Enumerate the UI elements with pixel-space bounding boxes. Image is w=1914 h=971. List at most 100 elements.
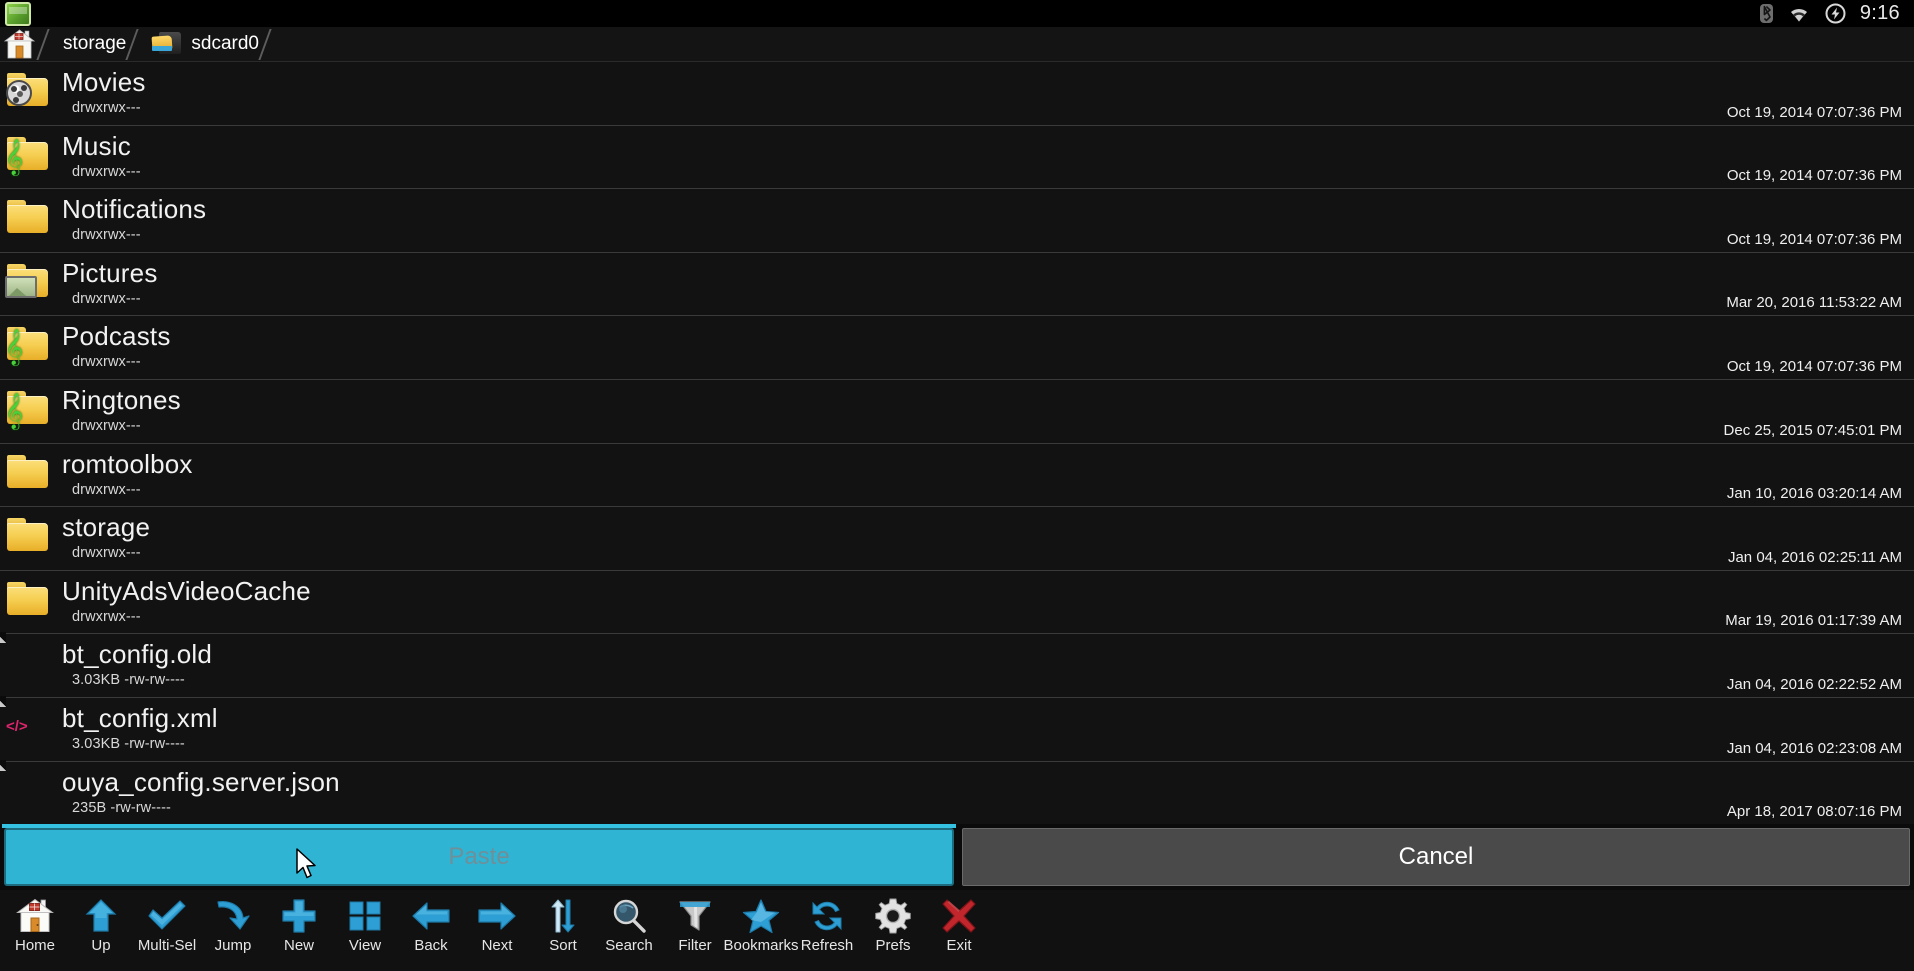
status-bar: 9:16 bbox=[0, 0, 1914, 27]
toolbar-label: New bbox=[283, 937, 314, 954]
file-name: Pictures bbox=[62, 257, 158, 288]
toolbar-button-up[interactable]: Up bbox=[70, 890, 132, 968]
cancel-button[interactable]: Cancel bbox=[962, 828, 1910, 886]
action-bar: Paste Cancel bbox=[0, 824, 1914, 890]
toolbar-button-refresh[interactable]: Refresh bbox=[796, 890, 858, 968]
toolbar-label: Refresh bbox=[800, 937, 854, 954]
breadcrumb-item-storage[interactable]: storage bbox=[53, 27, 142, 62]
toolbar-button-back[interactable]: Back bbox=[400, 890, 462, 968]
list-item[interactable]: UnityAdsVideoCache drwxrwx--- Mar 19, 20… bbox=[0, 570, 1914, 635]
home-icon bbox=[3, 29, 36, 59]
toolbar-button-filter[interactable]: Filter bbox=[664, 890, 726, 968]
plus-icon bbox=[278, 896, 320, 936]
folder-music-icon: 𝄞 bbox=[5, 389, 50, 429]
toolbar-button-exit[interactable]: Exit bbox=[928, 890, 990, 968]
list-item[interactable]: </> bt_config.xml 3.03KB -rw-rw---- Jan … bbox=[0, 697, 1914, 762]
grid-icon bbox=[344, 896, 386, 936]
star-icon bbox=[740, 896, 782, 936]
file-icon bbox=[6, 771, 50, 811]
toolbar-button-sort[interactable]: Sort bbox=[532, 890, 594, 968]
paste-label: Paste bbox=[448, 843, 510, 870]
file-name: Notifications bbox=[62, 194, 207, 225]
file-date: Jan 04, 2016 02:25:11 AM bbox=[1727, 548, 1902, 566]
toolbar-label: Exit bbox=[946, 937, 972, 954]
charging-icon bbox=[1825, 3, 1846, 24]
toolbar-button-view[interactable]: View bbox=[334, 890, 396, 968]
file-meta: drwxrwx--- bbox=[72, 100, 141, 116]
paste-button[interactable]: Paste bbox=[4, 828, 954, 886]
breadcrumb-label: storage bbox=[63, 33, 127, 54]
folder-music-icon: 𝄞 bbox=[5, 325, 50, 365]
list-item[interactable]: 𝄞 Music drwxrwx--- Oct 19, 2014 07:07:36… bbox=[0, 125, 1914, 190]
file-meta: drwxrwx--- bbox=[72, 290, 141, 307]
toolbar-label: Search bbox=[605, 937, 653, 954]
toolbar-button-next[interactable]: Next bbox=[466, 890, 528, 968]
filter-icon bbox=[674, 896, 716, 936]
file-name: bt_config.old bbox=[62, 639, 213, 670]
toolbar-label: Next bbox=[481, 937, 513, 954]
folder-music-icon: 𝄞 bbox=[5, 135, 50, 175]
bottom-toolbar: Home Up Multi-Sel Jump New View Back Nex… bbox=[0, 890, 1914, 971]
toolbar-button-multi-sel[interactable]: Multi-Sel bbox=[136, 890, 198, 968]
home-icon bbox=[14, 896, 56, 936]
toolbar-button-bookmarks[interactable]: Bookmarks bbox=[723, 890, 799, 968]
file-meta: drwxrwx--- bbox=[72, 163, 141, 180]
toolbar-label: View bbox=[348, 937, 382, 954]
curved-arrow-icon bbox=[212, 896, 254, 936]
arrow-up-icon bbox=[80, 896, 122, 936]
file-name: romtoolbox bbox=[62, 448, 193, 479]
list-item[interactable]: Movies drwxrwx--- Oct 19, 2014 07:07:36 … bbox=[0, 62, 1914, 126]
file-xml-icon: </> bbox=[6, 717, 28, 735]
file-date: Oct 19, 2014 07:07:36 PM bbox=[1726, 357, 1902, 375]
file-date: Oct 19, 2014 07:07:36 PM bbox=[1726, 167, 1902, 185]
file-name: storage bbox=[62, 512, 151, 543]
toolbar-button-prefs[interactable]: Prefs bbox=[862, 890, 924, 968]
breadcrumb: storage sdcard0 bbox=[0, 27, 1914, 62]
list-item[interactable]: romtoolbox drwxrwx--- Jan 10, 2016 03:20… bbox=[0, 443, 1914, 508]
toolbar-label: Jump bbox=[214, 937, 252, 954]
toolbar-label: Home bbox=[14, 937, 55, 954]
file-manager-logo bbox=[5, 1, 31, 26]
folder-icon bbox=[6, 516, 50, 556]
folder-movies-icon bbox=[6, 71, 50, 111]
list-item[interactable]: 𝄞 Ringtones drwxrwx--- Dec 25, 2015 07:4… bbox=[0, 379, 1914, 444]
file-date: Mar 19, 2016 01:17:39 AM bbox=[1725, 612, 1902, 630]
toolbar-label: Prefs bbox=[875, 937, 911, 954]
sdcard-icon bbox=[151, 32, 182, 56]
breadcrumb-label: sdcard0 bbox=[191, 33, 259, 54]
breadcrumb-item-sdcard0[interactable]: sdcard0 bbox=[142, 27, 275, 62]
folder-pictures-icon bbox=[5, 262, 50, 302]
search-icon bbox=[608, 896, 650, 936]
toolbar-button-new[interactable]: New bbox=[268, 890, 330, 968]
file-name: UnityAdsVideoCache bbox=[62, 575, 311, 606]
file-name: Ringtones bbox=[62, 384, 181, 415]
arrow-left-icon bbox=[410, 896, 452, 936]
file-meta: 3.03KB -rw-rw---- bbox=[72, 735, 185, 752]
gear-icon bbox=[872, 896, 914, 936]
toolbar-label: Filter bbox=[678, 937, 712, 954]
toolbar-label: Bookmarks bbox=[723, 937, 799, 954]
toolbar-button-home[interactable]: Home bbox=[4, 890, 66, 968]
toolbar-button-jump[interactable]: Jump bbox=[202, 890, 264, 968]
file-date: Jan 04, 2016 02:23:08 AM bbox=[1726, 739, 1902, 757]
list-item[interactable]: bt_config.old 3.03KB -rw-rw---- Jan 04, … bbox=[0, 634, 1914, 698]
list-item[interactable]: Pictures drwxrwx--- Mar 20, 2016 11:53:2… bbox=[0, 252, 1914, 317]
close-x-icon bbox=[938, 896, 980, 936]
file-icon bbox=[6, 643, 50, 683]
folder-icon bbox=[6, 198, 50, 238]
toolbar-button-search[interactable]: Search bbox=[598, 890, 660, 968]
bluetooth-icon bbox=[1759, 4, 1773, 23]
toolbar-label: Sort bbox=[549, 937, 577, 954]
file-date: Jan 10, 2016 03:20:14 AM bbox=[1726, 485, 1902, 503]
list-item[interactable]: Notifications drwxrwx--- Oct 19, 2014 07… bbox=[0, 189, 1914, 253]
list-item[interactable]: storage drwxrwx--- Jan 04, 2016 02:25:11… bbox=[0, 507, 1914, 571]
checkmark-icon bbox=[146, 896, 188, 936]
list-item[interactable]: ouya_config.server.json 235B -rw-rw---- … bbox=[0, 761, 1914, 824]
breadcrumb-home[interactable] bbox=[0, 27, 53, 62]
folder-icon bbox=[6, 453, 50, 493]
file-date: Oct 19, 2014 07:07:36 PM bbox=[1726, 103, 1902, 121]
file-list[interactable]: Movies drwxrwx--- Oct 19, 2014 07:07:36 … bbox=[0, 62, 1914, 824]
file-meta: 235B -rw-rw---- bbox=[72, 799, 171, 816]
list-item[interactable]: 𝄞 Podcasts drwxrwx--- Oct 19, 2014 07:07… bbox=[0, 316, 1914, 380]
file-meta: drwxrwx--- bbox=[72, 417, 141, 434]
